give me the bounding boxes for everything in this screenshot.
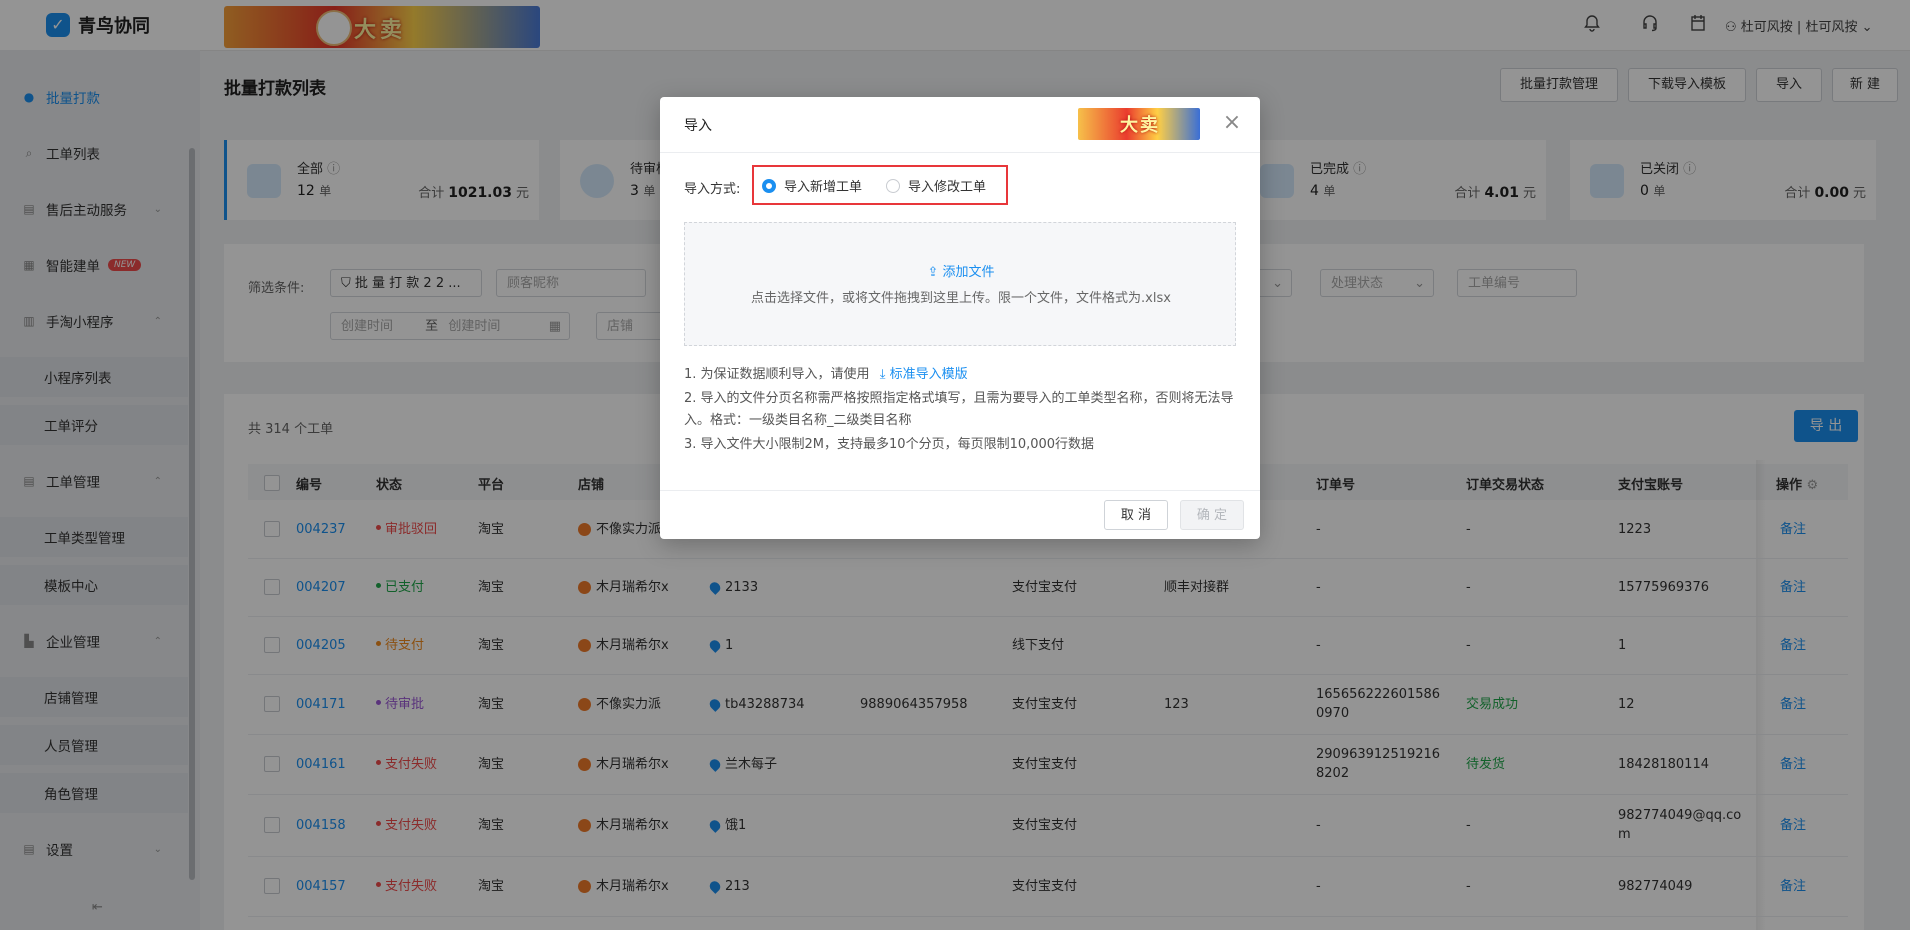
standard-template-link[interactable]: ⤓ 标准导入模版 bbox=[880, 367, 968, 382]
download-icon: ⤓ bbox=[879, 367, 890, 382]
import-dialog: 导入 大卖 × 导入方式: 导入新增工单 导入修改工单 ⇪ 添加文件 点击选择文… bbox=[660, 97, 1260, 539]
drop-hint: 点击选择文件，或将文件拖拽到这里上传。限一个文件，文件格式为.xlsx bbox=[751, 291, 1171, 306]
radio-import-new[interactable]: 导入新增工单 bbox=[762, 176, 862, 195]
radio-label: 导入新增工单 bbox=[784, 180, 863, 195]
dialog-promo-banner[interactable]: 大卖 bbox=[1078, 108, 1200, 140]
file-drop-zone[interactable]: ⇪ 添加文件 点击选择文件，或将文件拖拽到这里上传。限一个文件，文件格式为.xl… bbox=[684, 222, 1236, 346]
radio-import-edit[interactable]: 导入修改工单 bbox=[886, 176, 986, 195]
cancel-button[interactable]: 取 消 bbox=[1104, 500, 1168, 530]
note-1-text: 1. 为保证数据顺利导入，请使用 bbox=[684, 367, 870, 382]
upload-icon: ⇪ bbox=[927, 265, 943, 280]
add-file-link[interactable]: ⇪ 添加文件 bbox=[685, 261, 1237, 280]
standard-template-label: 标准导入模版 bbox=[889, 367, 968, 382]
confirm-button[interactable]: 确 定 bbox=[1180, 500, 1244, 530]
dialog-banner-text: 大卖 bbox=[1120, 115, 1160, 136]
radio-checked-icon bbox=[762, 178, 776, 193]
note-1: 1. 为保证数据顺利导入，请使用 ⤓ 标准导入模版 bbox=[684, 364, 1240, 386]
dialog-title: 导入 bbox=[684, 118, 712, 134]
note-3: 3. 导入文件大小限制2M，支持最多10个分页，每页限制10,000行数据 bbox=[684, 437, 1095, 452]
radio-label: 导入修改工单 bbox=[908, 180, 987, 195]
close-icon[interactable]: × bbox=[1218, 109, 1246, 137]
note-2: 2. 导入的文件分页名称需严格按照指定格式填写，且需为要导入的工单类型名称，否则… bbox=[684, 391, 1234, 428]
add-file-label: 添加文件 bbox=[942, 265, 995, 280]
import-mode-label: 导入方式: bbox=[684, 182, 741, 197]
divider bbox=[660, 152, 1260, 153]
radio-unchecked-icon bbox=[886, 178, 900, 193]
divider bbox=[660, 490, 1260, 491]
